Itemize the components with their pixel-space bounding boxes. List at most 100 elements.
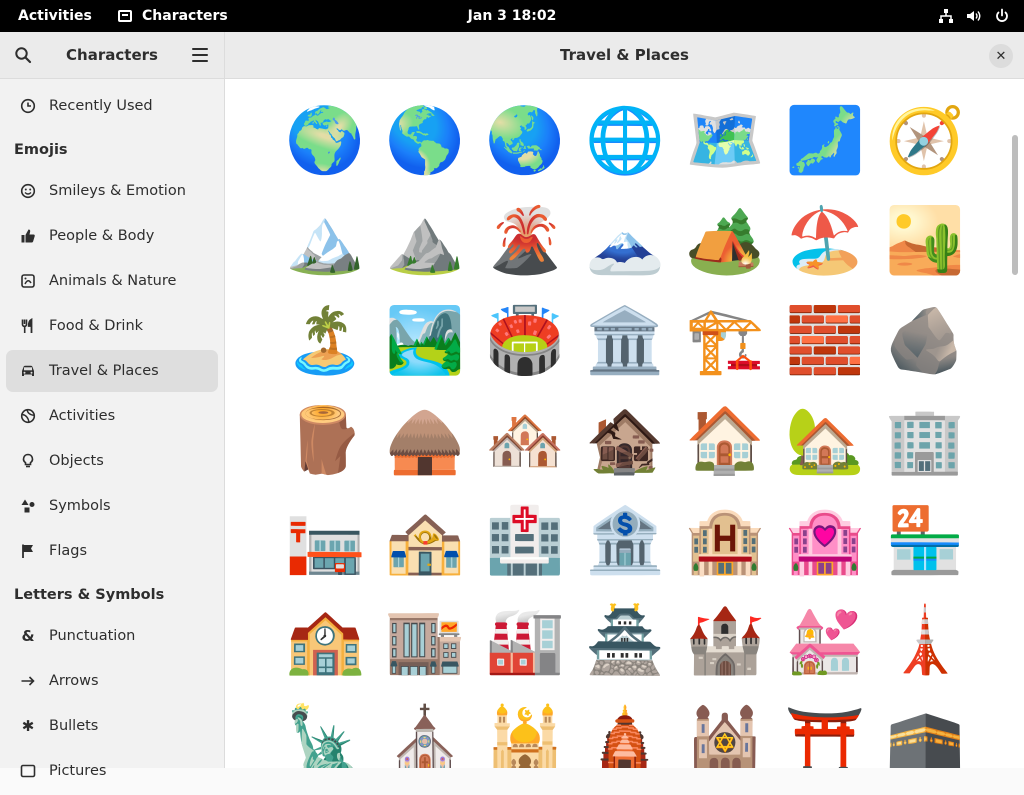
emoji-cell[interactable]: 🏢 xyxy=(883,401,983,501)
sidebar-item-smileys-emotion[interactable]: Smileys & Emotion xyxy=(6,170,218,212)
sidebar-item-objects[interactable]: Objects xyxy=(6,440,218,482)
close-icon: ✕ xyxy=(995,48,1007,64)
emoji-cell[interactable]: 🌋 xyxy=(483,201,583,301)
page-title: Travel & Places xyxy=(560,46,689,64)
section-heading-letters-symbols: Letters & Symbols xyxy=(14,587,165,603)
emoji-cell[interactable]: 🏥 xyxy=(483,501,583,601)
emoji-glyph: 🗽 xyxy=(285,704,365,768)
emoji-cell[interactable]: 🏟️ xyxy=(483,301,583,401)
sidebar-item-animals-nature[interactable]: Animals & Nature xyxy=(6,260,218,302)
emoji-cell[interactable]: 🏬 xyxy=(383,601,483,701)
hamburger-menu-icon[interactable] xyxy=(192,48,208,62)
sidebar-item-activities[interactable]: Activities xyxy=(6,395,218,437)
app-menu-button[interactable]: Characters xyxy=(118,0,228,32)
emoji-glyph: 🏥 xyxy=(485,504,565,578)
emoji-cell[interactable]: 🏨 xyxy=(683,501,783,601)
sidebar-title: Characters xyxy=(66,46,158,64)
emoji-cell[interactable]: 🧭 xyxy=(883,101,983,201)
sidebar-header: Characters xyxy=(0,32,224,79)
emoji-cell[interactable]: 🕌 xyxy=(483,701,583,768)
emoji-cell[interactable]: ⛩️ xyxy=(783,701,883,768)
emoji-cell[interactable]: 🏪 xyxy=(883,501,983,601)
flag-icon xyxy=(20,543,36,559)
emoji-glyph: 🛖 xyxy=(385,404,465,478)
activities-button[interactable]: Activities xyxy=(18,0,92,32)
characters-app-icon xyxy=(118,10,132,22)
emoji-cell[interactable]: 🏞️ xyxy=(383,301,483,401)
sidebar-item-pictures[interactable]: Pictures xyxy=(6,750,218,792)
emoji-cell[interactable]: 🏰 xyxy=(683,601,783,701)
emoji-glyph: 🪨 xyxy=(885,304,965,378)
emoji-cell[interactable]: 🌐 xyxy=(583,101,683,201)
sidebar-item-flags[interactable]: Flags xyxy=(6,530,218,572)
emoji-cell[interactable]: 🏠 xyxy=(683,401,783,501)
emoji-cell[interactable]: 🏛️ xyxy=(583,301,683,401)
emoji-cell[interactable]: 🏩 xyxy=(783,501,883,601)
emoji-cell[interactable]: 🧱 xyxy=(783,301,883,401)
clock[interactable]: Jan 3 18:02 xyxy=(468,8,557,24)
emoji-glyph: 🗺️ xyxy=(685,104,765,178)
thumbs-up-icon xyxy=(20,228,36,244)
sidebar-item-arrows[interactable]: Arrows xyxy=(6,660,218,702)
emoji-cell[interactable]: 🗻 xyxy=(583,201,683,301)
emoji-glyph: 🏢 xyxy=(885,404,965,478)
emoji-cell[interactable]: 🗾 xyxy=(783,101,883,201)
emoji-glyph: 🏰 xyxy=(685,604,765,678)
emoji-cell[interactable]: 💒 xyxy=(783,601,883,701)
emoji-cell[interactable]: ⛰️ xyxy=(383,201,483,301)
emoji-cell[interactable]: 🪨 xyxy=(883,301,983,401)
bullet-icon: ✱ xyxy=(21,717,35,735)
clock-icon xyxy=(20,98,36,114)
emoji-cell[interactable]: ⛪ xyxy=(383,701,483,768)
sidebar-item-recently-used[interactable]: Recently Used xyxy=(6,85,218,127)
emoji-cell[interactable]: 🏚️ xyxy=(583,401,683,501)
emoji-cell[interactable]: 🏖️ xyxy=(783,201,883,301)
bulb-icon xyxy=(20,453,36,469)
sidebar-item-label: Punctuation xyxy=(49,628,136,644)
sidebar-item-punctuation[interactable]: & Punctuation xyxy=(6,615,218,657)
power-icon xyxy=(994,8,1010,24)
emoji-cell[interactable]: 🗽 xyxy=(283,701,383,768)
emoji-scroll-area[interactable]: 🌍 🌎 🌏 🌐 🗺️ 🗾 🧭 🏔️ ⛰️ 🌋 🗻 🏕️ 🏖️ 🏜️ 🏝️ 🏞️ 🏟️ 🏛️ 🏗️ 🧱 🪨 🪵 🛖 🏘️ 🏚️ 🏠 🏡… xyxy=(225,79,1024,768)
app-name: Characters xyxy=(142,8,228,24)
emoji-glyph: 🏯 xyxy=(585,604,665,678)
emoji-cell[interactable]: 🕋 xyxy=(883,701,983,768)
sidebar-item-people-body[interactable]: People & Body xyxy=(6,215,218,257)
emoji-glyph: 🏡 xyxy=(785,404,865,478)
scrollbar[interactable] xyxy=(1012,135,1018,275)
emoji-cell[interactable]: 🏘️ xyxy=(483,401,583,501)
emoji-cell[interactable]: 🌎 xyxy=(383,101,483,201)
sidebar-item-label: Food & Drink xyxy=(49,318,144,334)
emoji-cell[interactable]: 🪵 xyxy=(283,401,383,501)
emoji-cell[interactable]: 🗼 xyxy=(883,601,983,701)
emoji-cell[interactable]: 🏣 xyxy=(283,501,383,601)
emoji-cell[interactable]: 🏭 xyxy=(483,601,583,701)
emoji-cell[interactable]: 🛕 xyxy=(583,701,683,768)
emoji-glyph: 🏔️ xyxy=(285,204,365,278)
sidebar-item-bullets[interactable]: ✱ Bullets xyxy=(6,705,218,747)
emoji-cell[interactable]: 🌏 xyxy=(483,101,583,201)
emoji-glyph: 🏜️ xyxy=(885,204,965,278)
emoji-cell[interactable]: 🏔️ xyxy=(283,201,383,301)
emoji-cell[interactable]: 🏯 xyxy=(583,601,683,701)
emoji-cell[interactable]: 🏜️ xyxy=(883,201,983,301)
close-button[interactable]: ✕ xyxy=(989,44,1013,68)
emoji-cell[interactable]: 🏝️ xyxy=(283,301,383,401)
emoji-cell[interactable]: 🗺️ xyxy=(683,101,783,201)
emoji-cell[interactable]: 🏫 xyxy=(283,601,383,701)
sidebar-item-symbols[interactable]: Symbols xyxy=(6,485,218,527)
system-status-area[interactable] xyxy=(938,0,1010,32)
emoji-cell[interactable]: 🏦 xyxy=(583,501,683,601)
emoji-cell[interactable]: 🏗️ xyxy=(683,301,783,401)
sidebar-item-label: Symbols xyxy=(49,498,111,514)
sidebar-item-food-drink[interactable]: Food & Drink xyxy=(6,305,218,347)
emoji-glyph: 🏭 xyxy=(485,604,565,678)
emoji-cell[interactable]: 🏡 xyxy=(783,401,883,501)
emoji-cell[interactable]: 🕍 xyxy=(683,701,783,768)
emoji-cell[interactable]: 🏤 xyxy=(383,501,483,601)
emoji-glyph: 🪵 xyxy=(285,404,365,478)
emoji-cell[interactable]: 🌍 xyxy=(283,101,383,201)
emoji-cell[interactable]: 🛖 xyxy=(383,401,483,501)
sidebar-item-travel-places[interactable]: Travel & Places xyxy=(6,350,218,392)
emoji-cell[interactable]: 🏕️ xyxy=(683,201,783,301)
